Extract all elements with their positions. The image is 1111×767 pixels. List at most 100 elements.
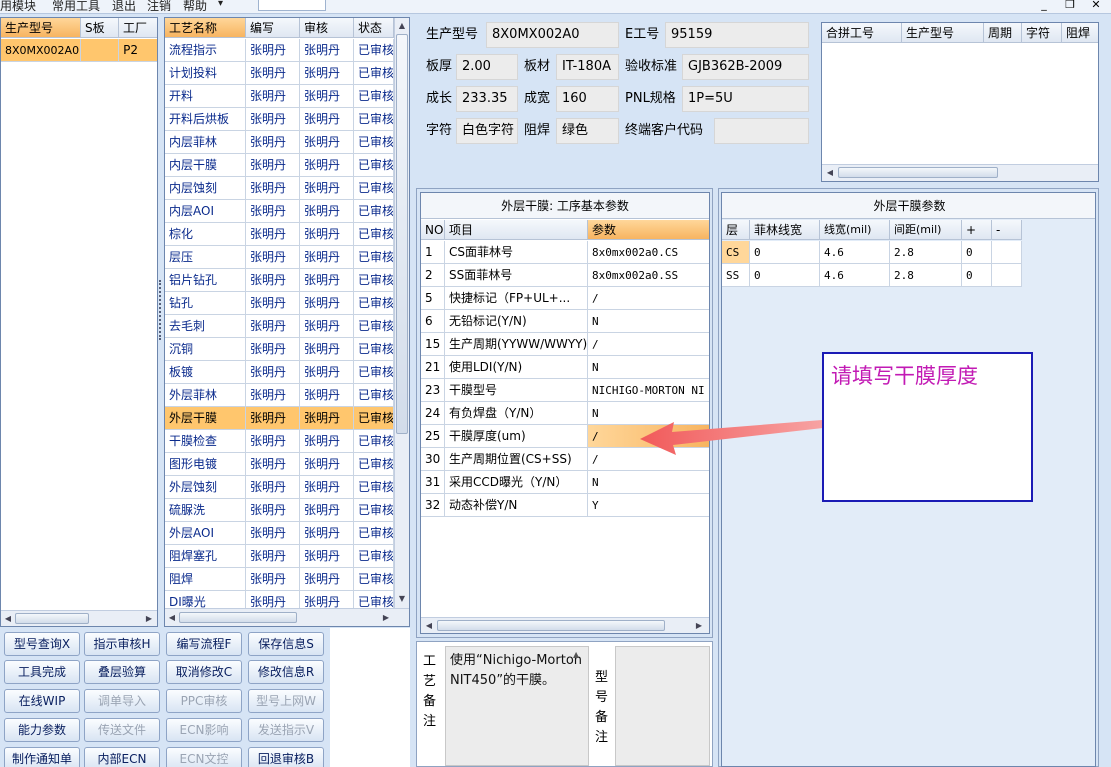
param-row[interactable]: 1 CS面菲林号 8x0mx002a0.CS [421,241,709,264]
minus-header[interactable]: - [992,220,1022,240]
process-row[interactable]: 板镀 张明丹 张明丹 已审核 [165,361,394,384]
param-row[interactable]: 32 动态补偿Y/N Y [421,494,709,517]
process-name-header[interactable]: 工艺名称 [165,18,246,38]
remark-scroll-up-icon[interactable]: ▲ [573,650,579,659]
merge-no-header[interactable]: 合拼工号 [822,23,902,43]
process-hscroll[interactable]: ◀ ▶ [165,608,409,626]
scroll-left-icon[interactable]: ◀ [2,613,14,625]
length-field[interactable]: 233.35 [456,86,518,112]
process-remark-field[interactable]: 使用“Nichigo-Morton NIT450”的干膜。 [445,646,589,766]
spacing-cell[interactable]: 2.8 [890,264,962,287]
internal-ecn-button[interactable]: 内部ECN [84,747,160,767]
pnl-field[interactable]: 1P=5U [682,86,809,112]
e-no-field[interactable]: 95159 [665,22,809,48]
process-row[interactable]: 外层菲林 张明丹 张明丹 已审核 [165,384,394,407]
merge-mask-header[interactable]: 阻焊 [1062,23,1098,43]
write-flow-button[interactable]: 编写流程F [166,632,242,656]
scroll-thumb[interactable] [838,167,998,178]
ecn-control-button[interactable]: ECN文控 [166,747,242,767]
process-row[interactable]: 铝片钻孔 张明丹 张明丹 已审核 [165,269,394,292]
process-row[interactable]: 外层干膜 张明丹 张明丹 已审核 [165,407,394,430]
material-field[interactable]: IT-180A [556,54,619,80]
ecn-impact-button[interactable]: ECN影响 [166,718,242,742]
process-row[interactable]: 棕化 张明丹 张明丹 已审核 [165,223,394,246]
film-width-header[interactable]: 菲林线宽 [750,220,820,240]
param-value-cell[interactable]: Y [588,494,709,517]
model-online-button[interactable]: 型号上网W [248,689,324,713]
process-row[interactable]: 层压 张明丹 张明丹 已审核 [165,246,394,269]
process-row[interactable]: 阻焊 张明丹 张明丹 已审核 [165,568,394,591]
make-notice-button[interactable]: 制作通知单 [4,747,80,767]
process-row[interactable]: 内层干膜 张明丹 张明丹 已审核 [165,154,394,177]
params-value-header[interactable]: 参数 [588,220,709,240]
tool-complete-button[interactable]: 工具完成 [4,660,80,684]
process-row[interactable]: 外层蚀刻 张明丹 张明丹 已审核 [165,476,394,499]
menu-modules[interactable]: 用模块 [0,0,36,14]
param-row[interactable]: 21 使用LDI(Y/N) N [421,356,709,379]
model-field[interactable]: 8X0MX002A0 [486,22,619,48]
process-row[interactable]: 内层AOI 张明丹 张明丹 已审核 [165,200,394,223]
scroll-thumb[interactable] [396,34,408,434]
param-row[interactable]: 2 SS面菲林号 8x0mx002a0.SS [421,264,709,287]
return-review-button[interactable]: 回退审核B [248,747,324,767]
param-value-cell[interactable]: / [588,287,709,310]
param-value-cell[interactable]: N [588,471,709,494]
process-row[interactable]: 内层菲林 张明丹 张明丹 已审核 [165,131,394,154]
merge-hscroll[interactable]: ◀ [822,164,1098,181]
menu-tools[interactable]: 常用工具 [52,0,100,14]
params-no-header[interactable]: NO [421,220,445,240]
modify-info-button[interactable]: 修改信息R [248,660,324,684]
process-row[interactable]: 开料后烘板 张明丹 张明丹 已审核 [165,108,394,131]
online-wip-button[interactable]: 在线WIP [4,689,80,713]
merge-period-header[interactable]: 周期 [984,23,1022,43]
scroll-left-icon[interactable]: ◀ [423,620,435,632]
sboard-header[interactable]: S板 [81,18,119,38]
ppc-review-button[interactable]: PPC审核 [166,689,242,713]
merge-model-header[interactable]: 生产型号 [902,23,984,43]
standard-field[interactable]: GJB362B-2009 [682,54,809,80]
param-value-cell[interactable]: N [588,356,709,379]
scroll-thumb[interactable] [179,612,297,623]
param-value-cell[interactable]: / [588,333,709,356]
film-row[interactable]: CS 0 4.6 2.8 0 [722,241,1022,264]
param-row[interactable]: 31 采用CCD曝光（Y/N） N [421,471,709,494]
send-file-button[interactable]: 传送文件 [84,718,160,742]
minimize-icon[interactable]: _ [1035,0,1053,12]
spacing-cell[interactable]: 2.8 [890,241,962,264]
cancel-modify-button[interactable]: 取消修改C [166,660,242,684]
scroll-down-icon[interactable]: ▼ [396,593,408,605]
menu-logout[interactable]: 注销 [147,0,171,14]
param-row[interactable]: 23 干膜型号 NICHIGO-MORTON NI [421,379,709,402]
process-vscroll[interactable]: ▲ ▼ [394,18,409,608]
process-row[interactable]: 图形电镀 张明丹 张明丹 已审核 [165,453,394,476]
film-row[interactable]: SS 0 4.6 2.8 0 [722,264,1022,287]
model-list-hscroll[interactable]: ◀ ▶ [1,610,157,626]
model-remark-field[interactable] [615,646,710,766]
splitter-grip[interactable] [159,280,163,340]
mask-field[interactable]: 绿色 [556,118,619,144]
save-info-button[interactable]: 保存信息S [248,632,324,656]
film-width-cell[interactable]: 0 [750,264,820,287]
plus-cell[interactable]: 0 [962,264,992,287]
menu-help-arrow-icon[interactable]: ▾ [218,0,223,9]
menu-combo-box[interactable] [258,0,326,11]
param-value-cell[interactable]: N [588,310,709,333]
scroll-up-icon[interactable]: ▲ [396,20,408,32]
thickness-field[interactable]: 2.00 [456,54,518,80]
close-icon[interactable]: ✕ [1087,0,1105,12]
scroll-right-icon[interactable]: ▶ [143,613,155,625]
params-hscroll[interactable]: ◀ ▶ [421,617,709,633]
plus-cell[interactable]: 0 [962,241,992,264]
process-row[interactable]: 去毛刺 张明丹 张明丹 已审核 [165,315,394,338]
width-field[interactable]: 160 [556,86,619,112]
model-query-button[interactable]: 型号查询X [4,632,80,656]
scroll-left-icon[interactable]: ◀ [166,612,178,624]
param-row[interactable]: 5 快捷标记（FP+UL+... / [421,287,709,310]
process-row[interactable]: 内层蚀刻 张明丹 张明丹 已审核 [165,177,394,200]
scroll-right-icon[interactable]: ▶ [693,620,705,632]
process-row[interactable]: 硫脲洗 张明丹 张明丹 已审核 [165,499,394,522]
order-import-button[interactable]: 调单导入 [84,689,160,713]
param-value-cell[interactable]: 8x0mx002a0.CS [588,241,709,264]
process-row[interactable]: 阻焊塞孔 张明丹 张明丹 已审核 [165,545,394,568]
send-indicate-button[interactable]: 发送指示V [248,718,324,742]
